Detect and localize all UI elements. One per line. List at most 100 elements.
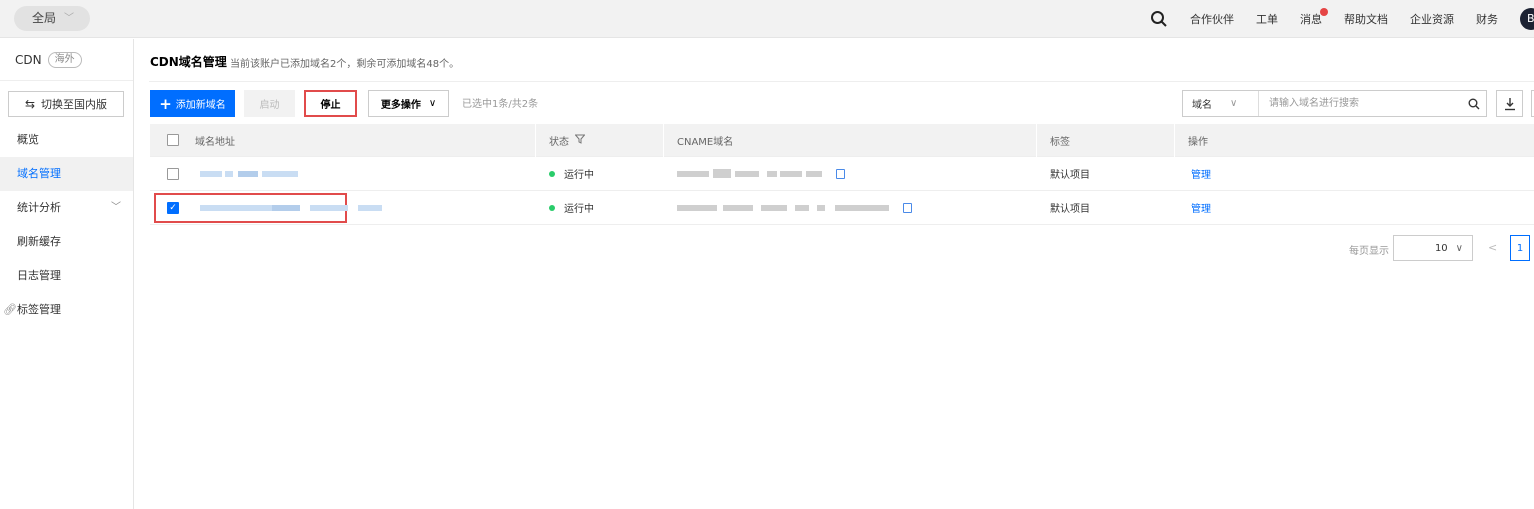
copy-icon[interactable] [836,168,845,179]
add-domain-button[interactable]: + 添加新域名 [150,90,235,117]
column-separator [535,124,536,157]
cname-redacted [677,157,845,190]
row-checkbox[interactable] [167,157,179,190]
chevron-down-icon: ∨ [1455,242,1463,254]
domain-table: 域名地址 状态 CNAME域名 标签 操作 运行中 默认项目 管理 ✓ 运行中 … [150,124,1534,225]
more-actions-button[interactable]: 更多操作 ∨ [368,90,449,117]
region-label: 全局 [32,11,57,25]
region-selector[interactable]: 全局 ﹀ [14,6,90,31]
sidebar-item-label: 统计分析 [17,201,61,214]
switch-label: 切换至国内版 [41,98,108,111]
toolbar: + 添加新域名 启动 停止 更多操作 ∨ 已选中1条/共2条 域名 ∨ [150,90,1534,117]
top-bar: 全局 ﹀ 合作伙伴 工单 消息 帮助文档 企业资源 财务 B [0,0,1534,38]
row-checkbox[interactable]: ✓ [167,191,179,224]
checkbox-box [167,134,179,146]
tag-cell: 默认项目 [1050,204,1090,215]
page-size-select[interactable]: 10 ∨ [1393,235,1473,261]
switch-version-button[interactable]: ⇆ 切换至国内版 [8,91,124,117]
page-size-label: 每页显示 [1349,246,1389,257]
notification-dot [1320,8,1328,16]
chevron-down-icon: ﹀ [64,13,74,24]
add-domain-label: 添加新域名 [175,100,226,111]
checkmark-icon: ✓ [167,201,179,214]
page-size-value: 10 [1434,242,1448,254]
sidebar-item-label: 概览 [17,133,39,146]
sidebar-item-label: 刷新缓存 [17,235,61,248]
table-row: 运行中 默认项目 管理 [150,157,1534,191]
selection-count: 已选中1条/共2条 [462,99,539,110]
column-separator [1036,124,1037,157]
table-header: 域名地址 状态 CNAME域名 标签 操作 [150,124,1534,157]
nav-messages[interactable]: 消息 [1300,8,1328,27]
domain-address-redacted[interactable] [200,191,382,224]
column-separator [663,124,664,157]
manage-link[interactable]: 管理 [1191,191,1211,224]
switch-icon: ⇆ [24,97,36,111]
pagination: 每页显示 10 ∨ < 1 [135,235,1534,261]
search-box: 域名 ∨ [1182,90,1487,117]
domain-address-redacted[interactable] [200,157,298,190]
cname-redacted [677,191,912,224]
status-text: 运行中 [564,204,594,215]
top-nav: 合作伙伴 工单 消息 帮助文档 企业资源 财务 B [1150,0,1534,38]
nav-finance[interactable]: 财务 [1476,11,1498,27]
status-cell: 运行中 [549,157,594,190]
chevron-down-icon: ∨ [428,98,437,109]
filter-icon[interactable] [574,134,586,147]
main-content: CDN域名管理 当前该账户已添加域名2个，剩余可添加域名48个。 + 添加新域名… [135,39,1534,509]
chevron-down-icon: ﹀ [111,202,121,213]
plus-icon: + [159,94,172,113]
status-cell: 运行中 [549,191,594,224]
page-number-button[interactable]: 1 [1510,235,1530,261]
overseas-badge: 海外 [47,51,82,68]
header-action: 操作 [1188,136,1208,148]
sidebar-item-label: 域名管理 [17,167,61,180]
nav-partners[interactable]: 合作伙伴 [1190,11,1234,27]
select-all-checkbox[interactable] [167,124,179,156]
header-status: 状态 [549,124,586,156]
sidebar-item-refresh-cache[interactable]: 刷新缓存 [0,225,133,259]
search-field-label: 域名 [1192,100,1212,111]
stop-button[interactable]: 停止 [304,90,357,117]
product-name: CDN [15,52,42,67]
search-icon[interactable] [1150,10,1168,28]
quota-note: 当前该账户已添加域名2个，剩余可添加域名48个。 [230,59,460,70]
start-button[interactable]: 启动 [244,90,295,117]
nav-docs[interactable]: 帮助文档 [1344,11,1388,27]
more-actions-label: 更多操作 [380,100,421,111]
download-button[interactable] [1496,90,1523,117]
sidebar-header: CDN 海外 [0,39,133,81]
avatar[interactable]: B [1520,8,1534,30]
prev-page-button[interactable]: < [1488,241,1497,254]
sidebar-item-tags[interactable]: 🔗︎ 标签管理 [0,293,133,327]
search-input[interactable] [1259,91,1462,116]
sidebar-item-overview[interactable]: 概览 [0,123,133,157]
sidebar-item-label: 日志管理 [17,269,61,282]
divider [149,81,1534,82]
checkbox-box [167,167,179,180]
sidebar-item-domain-management[interactable]: 域名管理 [0,157,133,191]
manage-link[interactable]: 管理 [1191,157,1211,190]
header-cname: CNAME域名 [677,136,734,148]
page-title: CDN域名管理 [150,55,227,69]
sidebar-item-statistics[interactable]: 统计分析 ﹀ [0,191,133,225]
nav-enterprise[interactable]: 企业资源 [1410,11,1454,27]
sidebar-item-label: 标签管理 [17,303,61,316]
status-text: 运行中 [564,170,594,181]
header-domain: 域名地址 [195,136,235,148]
copy-icon[interactable] [903,202,912,213]
header-status-label: 状态 [549,136,569,148]
sidebar-menu: 概览 域名管理 统计分析 ﹀ 刷新缓存 日志管理 🔗︎ 标签管理 [0,123,133,327]
column-separator [1174,124,1175,157]
search-field-select[interactable]: 域名 ∨ [1183,91,1259,116]
sidebar: CDN 海外 ⇆ 切换至国内版 概览 域名管理 统计分析 ﹀ 刷新缓存 日志管理 … [0,39,134,509]
search-icon[interactable] [1462,91,1486,116]
header-tag: 标签 [1050,136,1070,148]
table-row: ✓ 运行中 默认项目 管理 [150,191,1534,225]
nav-tickets[interactable]: 工单 [1256,11,1278,27]
sidebar-item-logs[interactable]: 日志管理 [0,259,133,293]
status-dot [549,204,555,211]
chevron-down-icon: ∨ [1230,98,1238,109]
link-icon: 🔗︎ [3,303,17,316]
tag-cell: 默认项目 [1050,170,1090,181]
